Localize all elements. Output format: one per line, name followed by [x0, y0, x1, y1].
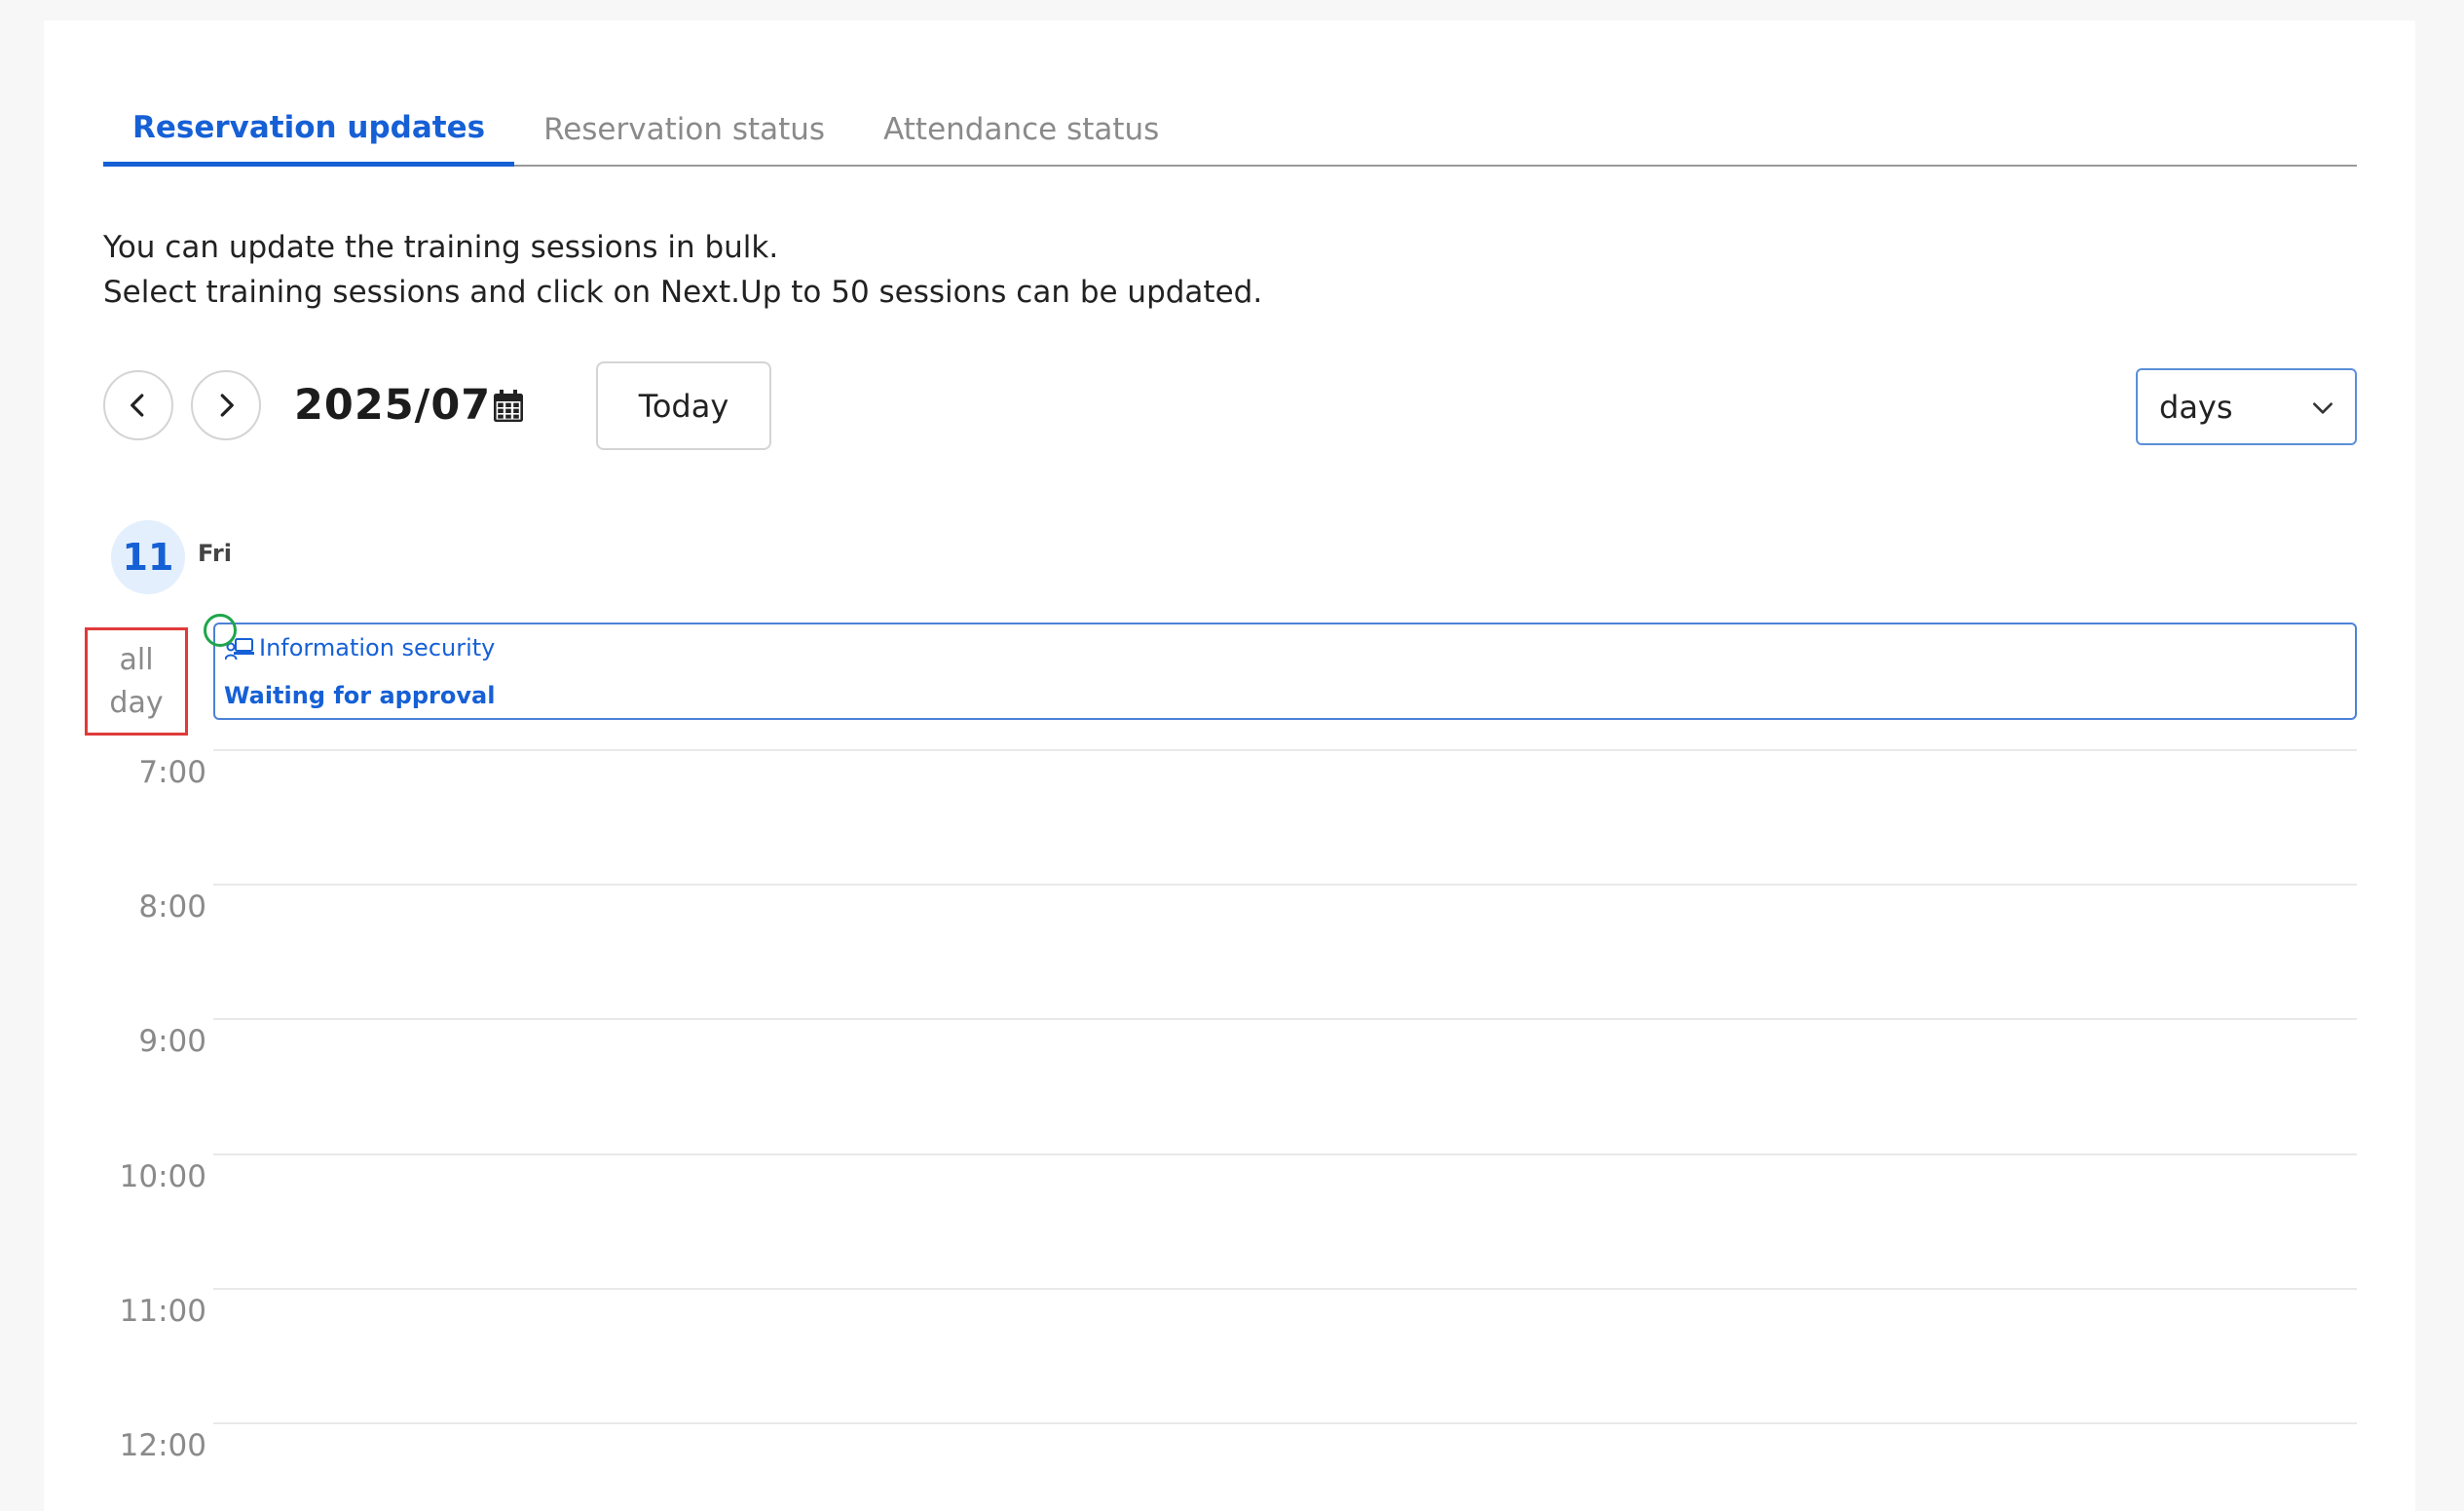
time-label: 10:00 — [119, 1159, 206, 1194]
view-mode-value: days — [2159, 388, 2233, 426]
day-weekday: Fri — [198, 540, 232, 567]
event-status: Waiting for approval — [224, 682, 496, 709]
time-label: 11:00 — [119, 1294, 206, 1329]
next-month-button[interactable] — [191, 370, 261, 440]
time-label: 8:00 — [138, 889, 206, 925]
calendar-icon[interactable] — [493, 390, 524, 423]
previous-month-button[interactable] — [103, 370, 173, 440]
tab-reservation-updates[interactable]: Reservation updates — [103, 94, 515, 167]
grid-line — [213, 749, 2357, 751]
grid-line — [213, 1288, 2357, 1290]
grid-line — [213, 884, 2357, 886]
instructions: You can update the training sessions in … — [103, 225, 1262, 315]
time-label: 9:00 — [138, 1024, 206, 1059]
grid-line — [213, 1422, 2357, 1424]
all-day-label-line-1: all — [119, 642, 154, 677]
event-information-security[interactable]: Information security Waiting for approva… — [213, 623, 2357, 720]
time-label: 12:00 — [119, 1428, 206, 1463]
chevron-down-icon — [2313, 402, 2333, 414]
event-title: Information security — [259, 634, 496, 661]
all-day-label-line-2: day — [109, 685, 164, 720]
tab-attendance-status[interactable]: Attendance status — [854, 94, 1188, 165]
view-mode-select[interactable]: days — [2136, 368, 2357, 445]
today-button[interactable]: Today — [596, 361, 771, 450]
grid-line — [213, 1018, 2357, 1020]
tab-reservation-status[interactable]: Reservation status — [514, 94, 854, 165]
tab-bar: Reservation updates Reservation status A… — [103, 94, 2357, 167]
instructions-line-2: Select training sessions and click on Ne… — [103, 275, 1263, 310]
grid-line — [213, 1153, 2357, 1155]
event-selection-circle[interactable] — [204, 614, 237, 647]
day-number-badge[interactable]: 11 — [111, 520, 185, 594]
current-month: 2025/07 — [294, 381, 492, 430]
chevron-left-icon — [131, 394, 144, 417]
chevron-right-icon — [220, 394, 234, 417]
time-label: 7:00 — [138, 755, 206, 790]
all-day-label: all day — [85, 627, 188, 736]
instructions-line-1: You can update the training sessions in … — [103, 230, 779, 265]
